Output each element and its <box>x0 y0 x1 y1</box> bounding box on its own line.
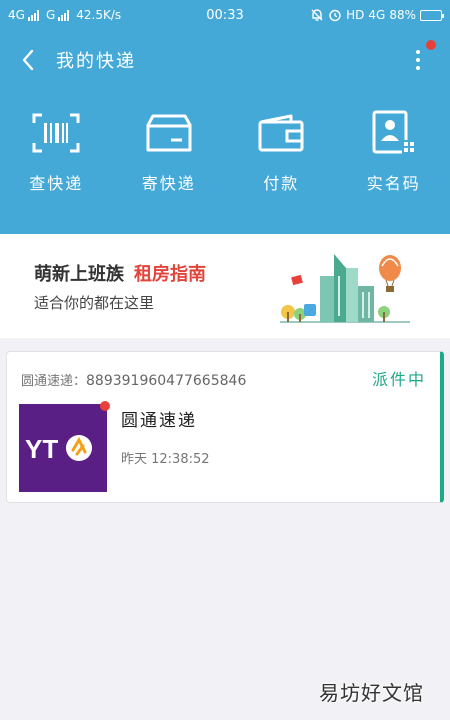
notification-badge <box>426 40 436 50</box>
status-right: HD 4G 88% <box>310 8 444 22</box>
more-menu-button[interactable] <box>406 44 430 76</box>
delivery-status: 派件中 <box>371 370 426 389</box>
quick-actions: 查快递 寄快递 付款 实名码 <box>0 108 450 194</box>
network-type-1: 4G <box>8 8 25 22</box>
header: 4G G 42.5K/s 00:33 HD 4G 88% 我的快递 查快递 寄快… <box>0 0 450 234</box>
action-label: 实名码 <box>366 174 421 193</box>
status-left: 4G G 42.5K/s <box>8 8 121 22</box>
network-type-3: 4G <box>368 8 386 22</box>
action-query-parcel[interactable]: 查快递 <box>0 108 112 194</box>
back-button[interactable] <box>0 30 56 90</box>
yto-logo-icon: YT <box>25 434 92 464</box>
parcel-box-icon <box>144 108 194 158</box>
battery-percent: 88% <box>389 8 416 22</box>
id-card-qr-icon <box>369 108 419 158</box>
carrier-logo: YT <box>19 401 110 492</box>
hd-indicator: HD <box>346 8 365 22</box>
action-label: 查快递 <box>29 174 84 193</box>
chevron-left-icon <box>22 49 34 71</box>
tracking-info: 圆通速递：889391960477665846 <box>21 370 246 389</box>
dot <box>416 66 420 70</box>
banner-title: 萌新上班族 租房指南 <box>34 260 206 286</box>
svg-text:YT: YT <box>25 434 58 464</box>
action-real-name-code[interactable]: 实名码 <box>338 108 450 194</box>
wallet-icon <box>256 108 306 158</box>
action-send-parcel[interactable]: 寄快递 <box>113 108 225 194</box>
barcode-scan-icon <box>31 108 81 158</box>
unread-dot <box>100 401 110 411</box>
action-payment[interactable]: 付款 <box>225 108 337 194</box>
status-time: 00:33 <box>206 7 244 23</box>
signal-icon-2 <box>58 9 70 21</box>
alarm-icon <box>329 9 341 22</box>
banner-subtitle: 适合你的都在这里 <box>34 294 155 312</box>
action-label: 寄快递 <box>141 174 196 193</box>
signal-icon <box>27 9 39 21</box>
dot <box>416 58 420 62</box>
status-bar: 4G G 42.5K/s 00:33 HD 4G 88% <box>0 0 450 30</box>
title-bar: 我的快递 <box>0 30 450 90</box>
city-illustration-icon <box>280 254 410 323</box>
network-type-2: G <box>45 8 56 22</box>
network-speed: 42.5K/s <box>76 8 122 22</box>
banner-title-highlight: 租房指南 <box>134 264 206 285</box>
banner-title-main: 萌新上班族 <box>34 264 124 285</box>
carrier-name: 圆通速递 <box>121 411 197 431</box>
page-title: 我的快递 <box>56 51 136 72</box>
dot <box>416 50 420 54</box>
parcel-card[interactable]: 圆通速递：889391960477665846 派件中 YT 圆通速递 昨天 1… <box>6 351 444 503</box>
mute-bell-icon <box>311 9 323 21</box>
update-time: 昨天 12:38:52 <box>121 452 210 467</box>
watermark: 易坊好文馆 <box>319 681 424 705</box>
promo-banner[interactable]: 萌新上班族 租房指南 适合你的都在这里 <box>0 234 450 338</box>
tracking-number: 889391960477665846 <box>86 373 247 389</box>
battery-icon <box>420 9 444 21</box>
carrier-prefix: 圆通速递： <box>21 374 87 389</box>
action-label: 付款 <box>263 174 300 193</box>
